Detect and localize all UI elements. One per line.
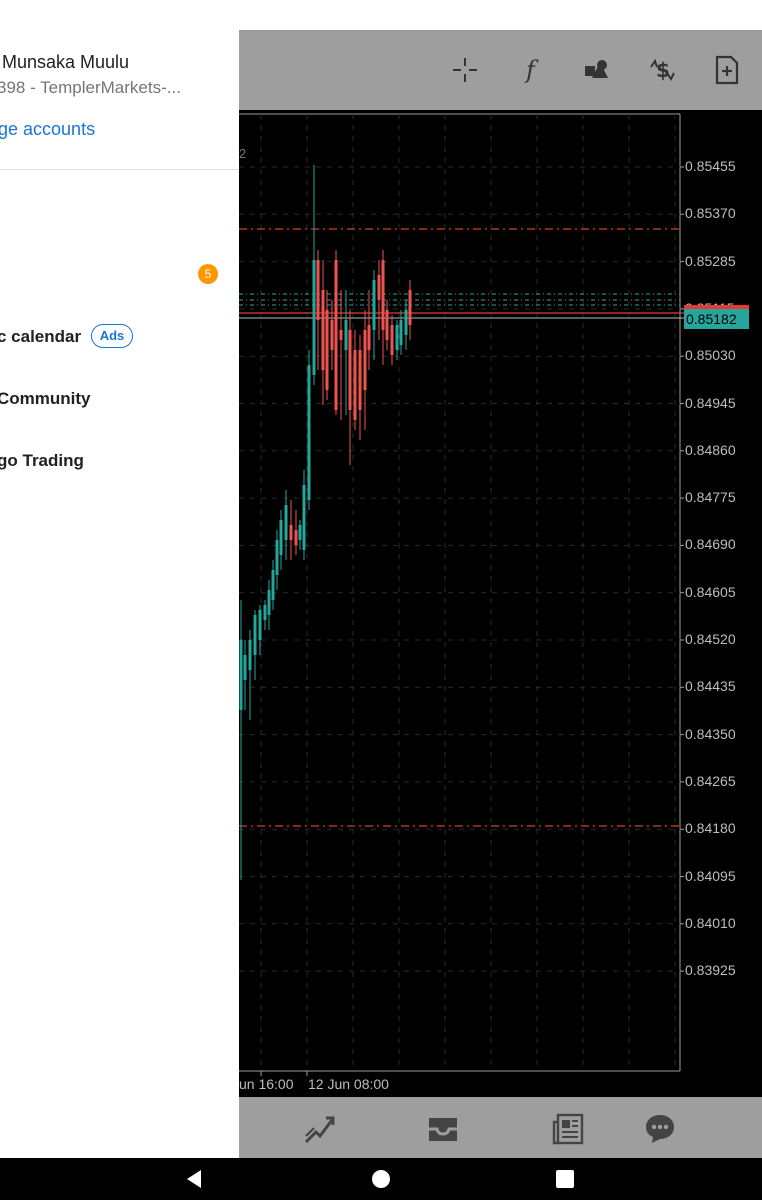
navigation-drawer: Munsaka Muulu 398 - TemplerMarkets-... g… — [0, 30, 239, 1158]
candle-body — [381, 260, 385, 330]
function-icon[interactable]: f — [512, 50, 552, 90]
account-server: 398 - TemplerMarkets-... — [0, 78, 181, 97]
price-tick-label: 0.85370 — [685, 205, 736, 222]
home-icon[interactable] — [370, 1168, 392, 1190]
candle-body — [302, 485, 306, 550]
price-tick-label: 0.84520 — [685, 631, 736, 647]
chart-toolbar: f $ — [239, 30, 762, 110]
candle-body — [339, 330, 343, 340]
candle-body — [294, 530, 298, 545]
system-navigation-bar — [0, 1158, 762, 1200]
status-bar — [0, 0, 762, 30]
menu-item-economic-calendar[interactable]: c calendar — [0, 327, 81, 347]
inbox-icon[interactable] — [423, 1109, 463, 1149]
candle-body — [372, 280, 376, 330]
chart-corner-label: 2 — [239, 146, 247, 161]
bid-price-label: 0.85182 — [684, 309, 749, 329]
price-tick-label: 0.85455 — [685, 158, 736, 174]
candle-body — [363, 330, 367, 390]
mailbox-badge: 5 — [198, 264, 218, 284]
candle-body — [399, 320, 403, 345]
candle-body — [348, 330, 352, 410]
back-icon[interactable] — [183, 1168, 205, 1190]
candle-body — [404, 310, 408, 335]
candle-body — [377, 275, 381, 300]
chat-icon[interactable] — [640, 1109, 680, 1149]
objects-icon[interactable] — [577, 50, 617, 90]
svg-text:f: f — [524, 56, 539, 84]
candle-body — [267, 590, 271, 615]
crosshair-icon[interactable] — [445, 50, 485, 90]
svg-text:$: $ — [656, 58, 670, 82]
candle-body — [395, 325, 399, 350]
candle-body — [263, 605, 267, 620]
price-tick-label: 0.84350 — [685, 725, 736, 742]
candle-body — [307, 365, 311, 500]
new-order-icon[interactable] — [707, 50, 747, 90]
candle-body — [298, 525, 302, 540]
price-tick-label: 0.84690 — [685, 536, 736, 553]
price-tick-label: 0.84775 — [685, 489, 736, 506]
price-tick-label: 0.84265 — [685, 772, 736, 789]
price-tick-label: 0.84010 — [685, 914, 736, 931]
news-icon[interactable] — [548, 1109, 588, 1149]
candle-body — [353, 350, 357, 420]
price-tick-label: 0.84435 — [685, 678, 736, 695]
recents-icon[interactable] — [554, 1168, 576, 1190]
time-label: un 16:00 — [239, 1076, 294, 1092]
manage-accounts-link[interactable]: ge accounts — [0, 119, 95, 140]
price-tick-label: 0.84095 — [685, 867, 736, 884]
candlestick-plot[interactable] — [239, 110, 762, 1097]
candle-body — [253, 615, 257, 655]
candle-body — [243, 655, 247, 680]
bottom-navigation — [239, 1097, 762, 1158]
candle-body — [358, 350, 362, 410]
candle-body — [312, 260, 316, 375]
price-tick-label: 0.85030 — [685, 347, 736, 364]
candle-body — [408, 290, 412, 325]
candle-body — [390, 325, 394, 355]
candle-body — [330, 320, 334, 350]
price-chart[interactable]: 2 0.854550.853700.852850.851150.850300.8… — [239, 110, 762, 1097]
candle-body — [279, 520, 283, 555]
trade-icon[interactable]: $ — [642, 50, 682, 90]
candle-body — [239, 640, 243, 710]
drawer-divider — [0, 169, 239, 170]
price-tick-label: 0.84945 — [685, 394, 736, 411]
candle-body — [271, 570, 275, 600]
candle-body — [316, 260, 320, 320]
account-name: Munsaka Muulu — [2, 52, 130, 72]
ads-tag: Ads — [91, 324, 133, 348]
price-tick-label: 0.84180 — [685, 820, 736, 837]
candle-body — [258, 610, 262, 640]
price-tick-label: 0.85285 — [685, 252, 736, 269]
candle-body — [289, 525, 293, 540]
candle-body — [334, 260, 338, 410]
price-tick-label: 0.84605 — [685, 583, 736, 600]
candle-body — [385, 310, 389, 340]
menu-item-algo-trading[interactable]: go Trading — [0, 451, 84, 471]
price-tick-label: 0.83925 — [685, 962, 736, 979]
candle-body — [275, 540, 279, 575]
menu-item-community[interactable]: Community — [0, 389, 91, 409]
candle-body — [284, 505, 288, 540]
candle-body — [321, 290, 325, 370]
candle-body — [248, 640, 252, 670]
candle-body — [367, 325, 371, 350]
candle-body — [325, 310, 329, 390]
time-label: 12 Jun 08:00 — [308, 1076, 389, 1092]
trade-history-icon[interactable] — [299, 1109, 339, 1149]
candle-body — [344, 320, 348, 350]
price-tick-label: 0.84860 — [685, 441, 736, 458]
